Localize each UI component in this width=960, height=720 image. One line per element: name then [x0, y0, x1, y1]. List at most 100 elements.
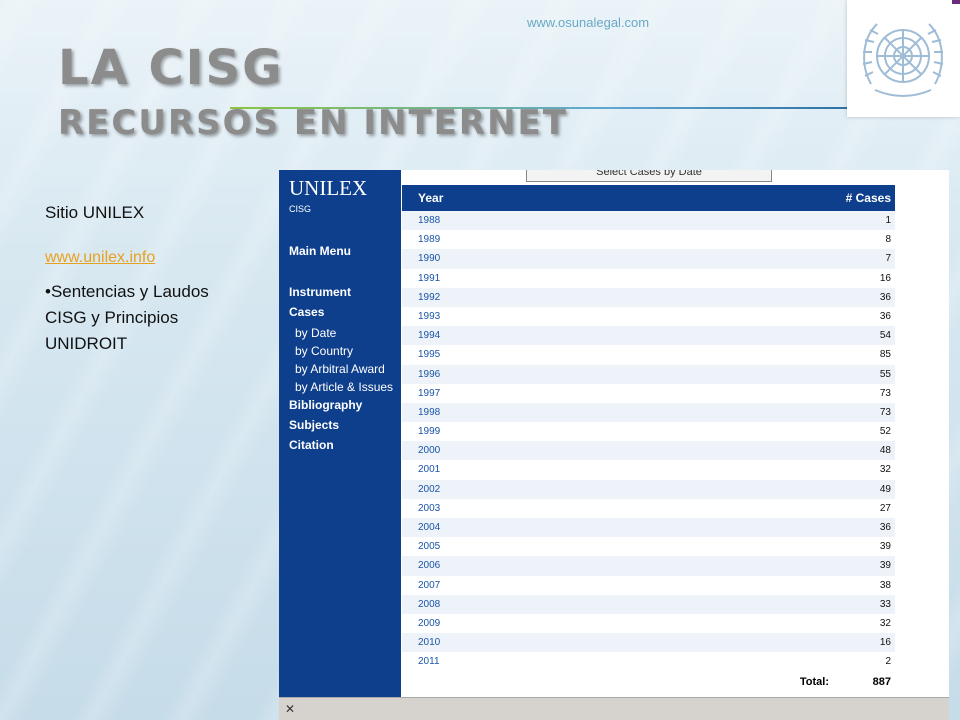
- row-cases: 36: [879, 291, 891, 303]
- row-year-link[interactable]: 1997: [418, 388, 440, 399]
- menu-item-main[interactable]: Main Menu: [289, 244, 351, 258]
- table-row: 1991 16: [402, 269, 895, 288]
- row-cases: 73: [879, 406, 891, 418]
- row-cases: 16: [879, 637, 891, 649]
- row-year-link[interactable]: 2009: [418, 618, 440, 629]
- table-row: 1994 54: [402, 326, 895, 346]
- table-row: 1997 73: [402, 384, 895, 403]
- row-year-link[interactable]: 1993: [418, 311, 440, 322]
- row-cases: 16: [879, 272, 891, 284]
- table-row: 1988 1: [402, 211, 895, 231]
- total-row: Total: 887: [402, 671, 895, 691]
- row-year-link[interactable]: 1998: [418, 407, 440, 418]
- menu-item-bibliography[interactable]: Bibliography: [289, 398, 362, 412]
- menu-item-subjects[interactable]: Subjects: [289, 418, 339, 432]
- row-cases: 39: [879, 560, 891, 572]
- row-year-link[interactable]: 1991: [418, 273, 440, 284]
- menu-item-by-date[interactable]: by Date: [295, 326, 336, 340]
- table-row: 2003 27: [402, 499, 895, 518]
- unilex-screenshot: UNILEX CISG Main Menu Instrument Cases b…: [279, 170, 949, 720]
- row-year-link[interactable]: 2010: [418, 637, 440, 648]
- menu-item-citation[interactable]: Citation: [289, 438, 334, 452]
- row-year-link[interactable]: 2003: [418, 503, 440, 514]
- table-row: 2002 49: [402, 479, 895, 499]
- row-year-link[interactable]: 2006: [418, 560, 440, 571]
- bottom-bar: ✕: [279, 697, 949, 720]
- unilex-brand: UNILEX: [289, 176, 368, 200]
- table-row: 1995 85: [402, 345, 895, 364]
- row-cases: 33: [879, 598, 891, 610]
- row-cases: 36: [879, 310, 891, 322]
- row-year-link[interactable]: 2011: [418, 656, 440, 667]
- row-cases: 73: [879, 387, 891, 399]
- corner-mark: [952, 0, 960, 4]
- table-row: 2005 39: [402, 537, 895, 556]
- un-emblem-icon: [862, 23, 944, 97]
- row-year-link[interactable]: 2005: [418, 541, 440, 552]
- menu-item-by-country[interactable]: by Country: [295, 344, 353, 358]
- table-row: 2006 39: [402, 556, 895, 576]
- slide-title: La CISG: [58, 40, 284, 96]
- site-heading: Sitio UNILEX: [45, 203, 145, 222]
- table-row: 2000 48: [402, 441, 895, 461]
- slide-subtitle: Recursos en internet: [58, 103, 568, 143]
- row-year-link[interactable]: 2004: [418, 522, 440, 533]
- select-cases-button[interactable]: Select Cases by Date: [526, 170, 772, 182]
- table-row: 2001 32: [402, 460, 895, 479]
- row-cases: 32: [879, 464, 891, 476]
- table-row: 2009 32: [402, 614, 895, 633]
- row-year-link[interactable]: 2000: [418, 445, 440, 456]
- table-row: 1993 36: [402, 307, 895, 326]
- menu-item-instrument[interactable]: Instrument: [289, 285, 351, 299]
- row-cases: 38: [879, 579, 891, 591]
- row-cases: 39: [879, 541, 891, 553]
- row-cases: 8: [885, 234, 891, 246]
- unilex-brand-sub: CISG: [289, 204, 312, 214]
- close-icon[interactable]: ✕: [285, 702, 295, 716]
- row-year-link[interactable]: 1992: [418, 292, 440, 303]
- row-cases: 2: [885, 656, 891, 668]
- table-row: 1999 52: [402, 422, 895, 441]
- menu-item-cases[interactable]: Cases: [289, 305, 324, 319]
- row-year-link[interactable]: 2002: [418, 484, 440, 495]
- total-label: Total:: [799, 676, 829, 688]
- table-header: Year # Cases: [402, 185, 895, 211]
- row-cases: 55: [879, 368, 891, 380]
- row-cases: 48: [879, 445, 891, 457]
- un-emblem: [847, 0, 960, 117]
- row-year-link[interactable]: 1999: [418, 426, 440, 437]
- row-year-link[interactable]: 1988: [418, 215, 440, 226]
- table-row: 2004 36: [402, 518, 895, 538]
- col-year-header: Year: [418, 191, 444, 205]
- row-year-link[interactable]: 2008: [418, 599, 440, 610]
- col-cases-header: # Cases: [845, 191, 891, 205]
- row-year-link[interactable]: 2007: [418, 580, 440, 591]
- row-year-link[interactable]: 1996: [418, 369, 440, 380]
- menu-item-by-award[interactable]: by Arbitral Award: [295, 362, 385, 376]
- row-year-link[interactable]: 2001: [418, 464, 440, 475]
- row-cases: 54: [879, 330, 891, 342]
- table-row: 2011 2: [402, 652, 895, 671]
- row-cases: 27: [879, 502, 891, 514]
- row-year-link[interactable]: 1989: [418, 234, 440, 245]
- table-row: 1989 8: [402, 230, 895, 249]
- website-url: www.osunalegal.com: [527, 15, 650, 30]
- table-row: 1990 7: [402, 249, 895, 269]
- table-row: 2007 38: [402, 576, 895, 595]
- row-year-link[interactable]: 1995: [418, 349, 440, 360]
- row-cases: 32: [879, 617, 891, 629]
- row-cases: 7: [885, 253, 891, 265]
- table-row: 2010 16: [402, 633, 895, 653]
- unilex-link[interactable]: www.unilex.info: [45, 249, 255, 267]
- table-row: 2008 33: [402, 594, 895, 614]
- menu-item-by-article[interactable]: by Article & Issues: [295, 380, 393, 394]
- bullet-text: •Sentencias y Laudos CISG y Principios U…: [45, 282, 209, 353]
- table-row: 1992 36: [402, 287, 895, 307]
- row-cases: 85: [879, 349, 891, 361]
- row-cases: 49: [879, 483, 891, 495]
- row-year-link[interactable]: 1990: [418, 253, 440, 264]
- row-year-link[interactable]: 1994: [418, 330, 440, 341]
- row-cases: 52: [879, 426, 891, 438]
- table-row: 1996 55: [402, 364, 895, 384]
- table-row: 1998 73: [402, 402, 895, 423]
